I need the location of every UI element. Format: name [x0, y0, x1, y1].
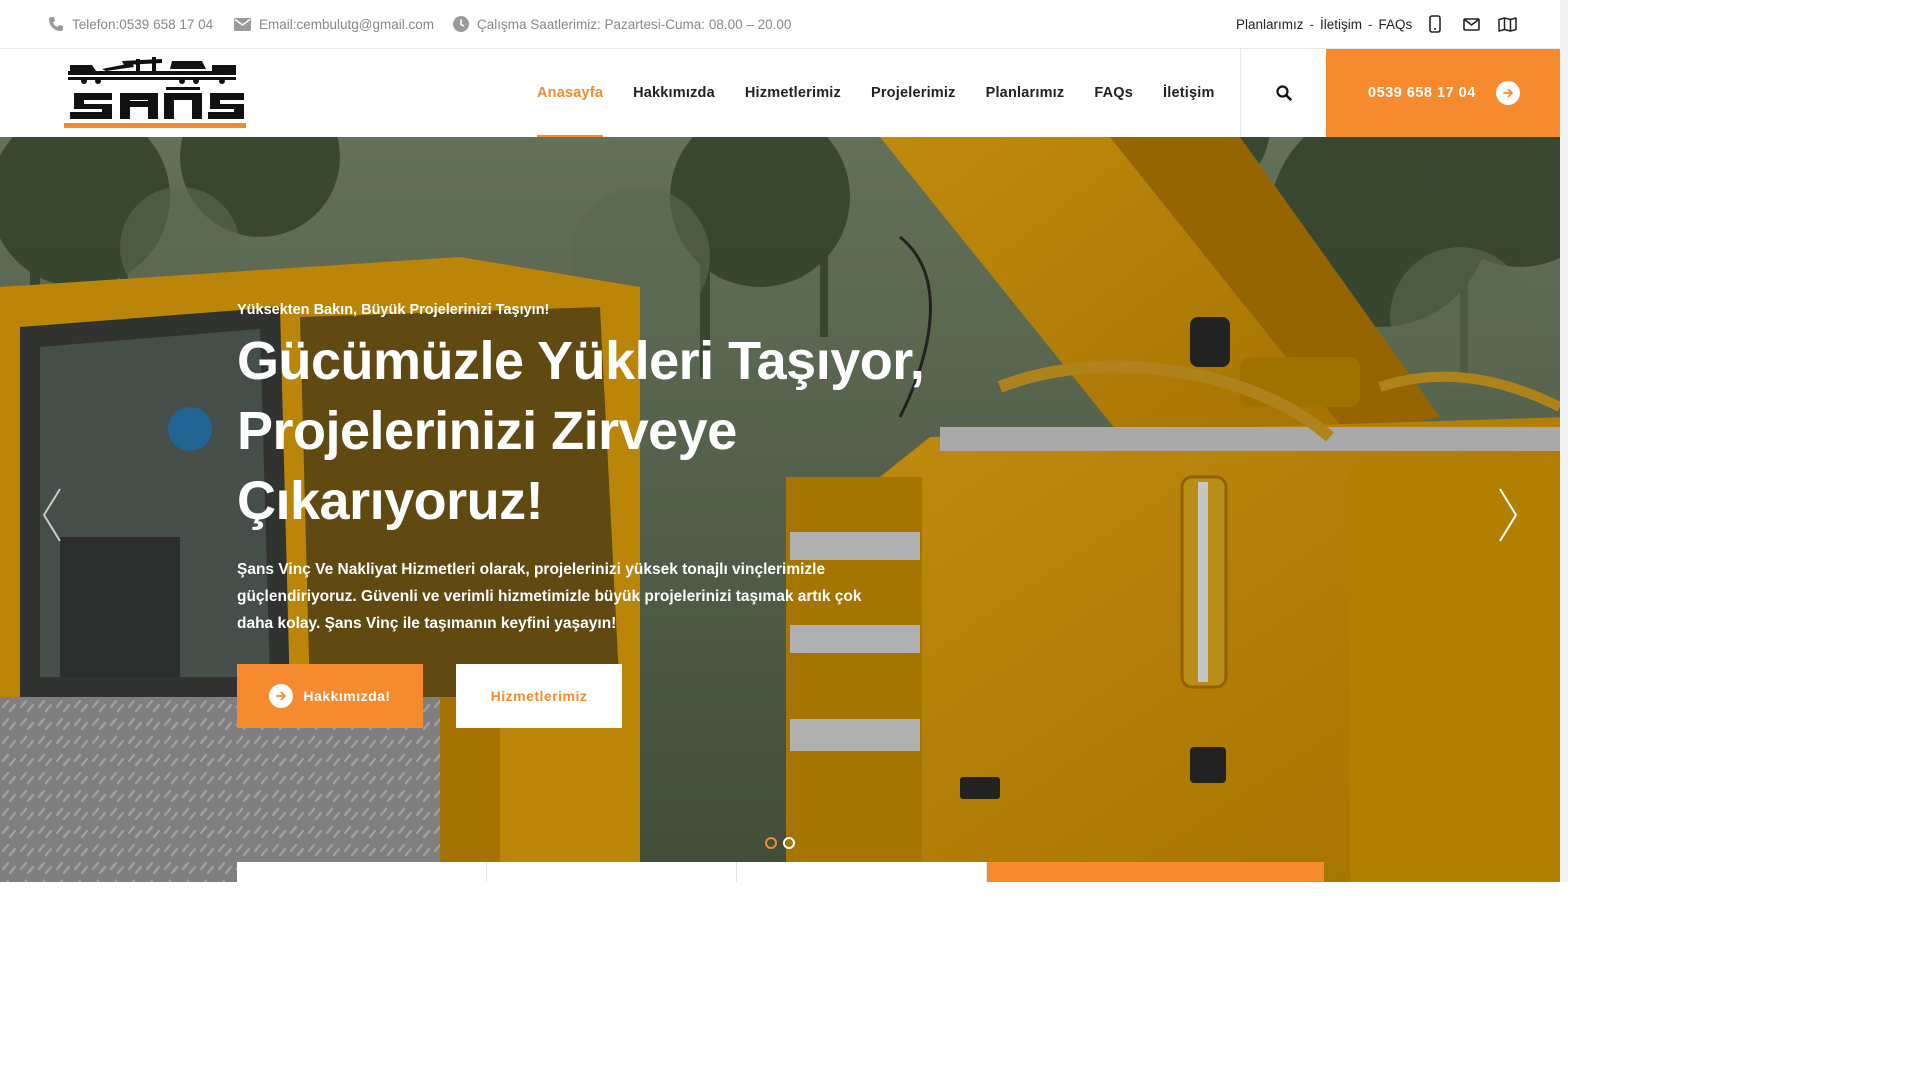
hero-slider: Yüksekten Bakın, Büyük Projelerinizi Taş… [0, 137, 1568, 882]
nav-item-home[interactable]: Anasayfa [522, 49, 618, 137]
phone-cta-label: 0539 658 17 04 [1368, 85, 1476, 101]
envelope-icon [234, 17, 251, 31]
search-button[interactable] [1240, 49, 1326, 137]
hero-headline: Gücümüzle Yükleri Taşıyor, Projelerinizi… [237, 326, 1037, 536]
topbar-icons [1424, 0, 1518, 48]
phone-icon [49, 17, 63, 31]
hero-headline-line2: Projelerinizi Zirveye [237, 401, 737, 461]
arrow-right-icon [1495, 81, 1520, 105]
topbar-hours-text: Çalışma Saatlerimiz: Pazartesi-Cuma: 08.… [477, 16, 792, 32]
map-icon[interactable] [1496, 13, 1518, 35]
hero-kicker: Yüksekten Bakın, Büyük Projelerinizi Taş… [237, 302, 550, 318]
mail-icon[interactable] [1460, 13, 1482, 35]
arrow-right-icon [269, 684, 294, 708]
clock-icon [453, 16, 469, 32]
hero-lead-text: Şans Vinç Ve Nakliyat Hizmetleri olarak,… [237, 561, 862, 632]
hero-content: Yüksekten Bakın, Büyük Projelerinizi Taş… [237, 297, 1037, 637]
topbar-email-text: Email:cembulutg@gmail.com [259, 16, 435, 32]
phone-cta-button[interactable]: 0539 658 17 04 [1326, 49, 1568, 137]
chevron-right-icon [1499, 488, 1518, 542]
feature-box-highlight [987, 862, 1324, 882]
topbar-link-contact[interactable]: İletişim [1320, 17, 1362, 32]
topbar-link-plans[interactable]: Planlarımız [1236, 17, 1304, 32]
feature-box [737, 862, 987, 882]
page-scrollbar[interactable] [1560, 0, 1568, 882]
nav-item-contact[interactable]: İletişim [1148, 49, 1230, 137]
search-icon [1275, 85, 1292, 101]
slider-next-button[interactable] [1496, 487, 1520, 548]
nav-item-faqs[interactable]: FAQs [1079, 49, 1148, 137]
slider-dot-2[interactable] [783, 837, 795, 849]
nav-item-plans[interactable]: Planlarımız [971, 49, 1080, 137]
feature-strip [237, 862, 1324, 882]
nav-item-services[interactable]: Hizmetlerimiz [730, 49, 856, 137]
site-logo[interactable] [62, 57, 248, 131]
services-button-label: Hizmetlerimiz [490, 688, 588, 704]
slider-prev-button[interactable] [40, 487, 64, 548]
chevron-left-icon [42, 488, 61, 542]
services-button[interactable]: Hizmetlerimiz [456, 664, 622, 728]
topbar-phone[interactable]: Telefon:0539 658 17 04 [48, 0, 213, 48]
topbar-email[interactable]: Email:cembulutg@gmail.com [234, 0, 434, 48]
slider-dot-1[interactable] [765, 837, 777, 849]
about-button[interactable]: Hakkımızda! [237, 664, 423, 728]
topbar-separator: - [1309, 16, 1315, 32]
topbar-phone-text: Telefon:0539 658 17 04 [72, 16, 214, 32]
hero-buttons: Hakkımızda! Hizmetlerimiz [237, 664, 622, 728]
nav-item-projects[interactable]: Projelerimiz [856, 49, 971, 137]
slider-dots [765, 837, 795, 849]
hero-headline-line3: Çıkarıyoruz! [237, 471, 544, 531]
topbar-link-faqs[interactable]: FAQs [1379, 17, 1413, 32]
about-button-label: Hakkımızda! [303, 688, 391, 704]
main-header: Anasayfa Hakkımızda Hizmetlerimiz Projel… [0, 49, 1568, 137]
top-bar: Telefon:0539 658 17 04 Email:cembulutg@g… [0, 0, 1568, 49]
main-nav: Anasayfa Hakkımızda Hizmetlerimiz Projel… [522, 49, 1230, 137]
mobile-phone-icon[interactable] [1424, 13, 1446, 35]
topbar-hours: Çalışma Saatlerimiz: Pazartesi-Cuma: 08.… [453, 0, 791, 48]
hero-headline-line1: Gücümüzle Yükleri Taşıyor, [237, 331, 925, 391]
topbar-links: Planlarımız - İletişim - FAQs [1236, 0, 1412, 48]
feature-box [237, 862, 487, 882]
feature-box [487, 862, 737, 882]
topbar-separator: - [1368, 16, 1373, 32]
nav-item-about[interactable]: Hakkımızda [618, 49, 730, 137]
